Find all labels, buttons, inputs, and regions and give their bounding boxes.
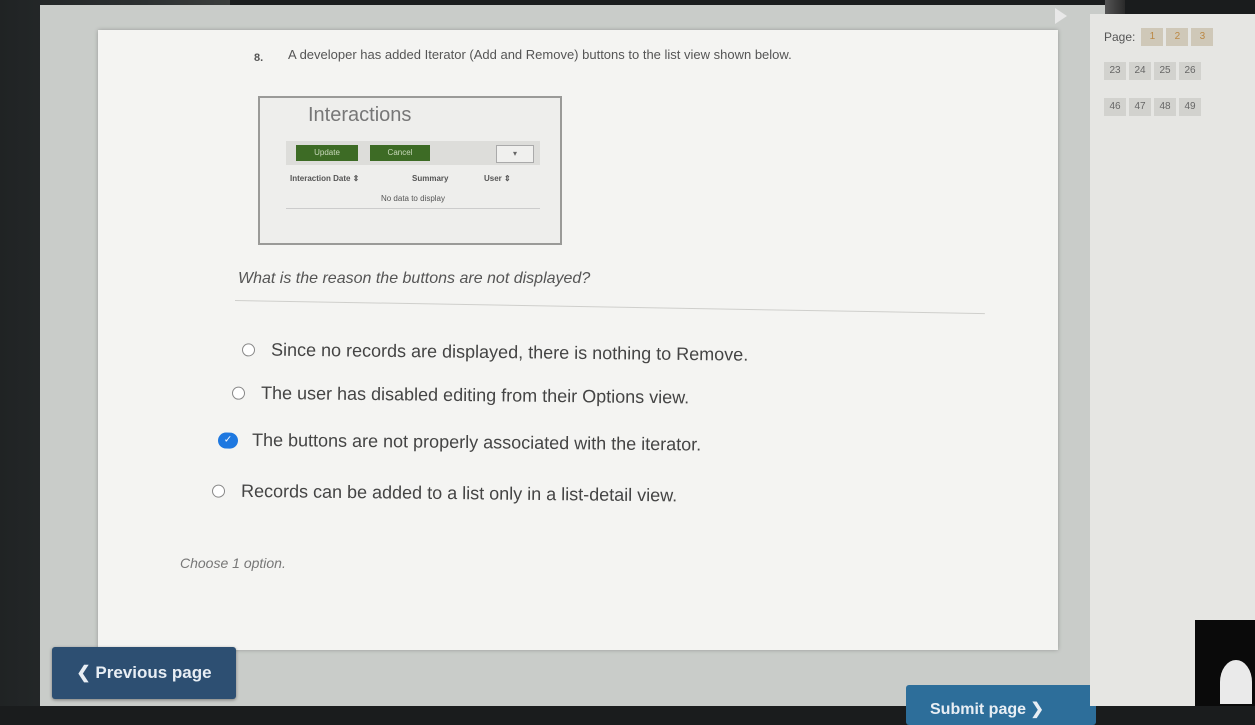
page-nav-row: Page: 1 2 3	[1104, 28, 1216, 46]
page-link[interactable]: 25	[1154, 62, 1176, 80]
page-link[interactable]: 47	[1129, 98, 1151, 116]
page-link[interactable]: 24	[1129, 62, 1151, 80]
question-text: A developer has added Iterator (Add and …	[288, 47, 792, 62]
figure-cancel-button: Cancel	[370, 145, 430, 161]
figure-update-button: Update	[296, 145, 358, 161]
page-link[interactable]: 26	[1179, 62, 1201, 80]
page-link[interactable]: 1	[1141, 28, 1164, 46]
choice-hint: Choose 1 option.	[180, 555, 286, 571]
page-label: Page:	[1104, 30, 1136, 44]
figure-header: User ⇕	[484, 174, 511, 183]
page-nav-row: 23 24 25 26	[1104, 62, 1204, 80]
option-label: The user has disabled editing from their…	[260, 382, 690, 408]
radio-button[interactable]	[211, 484, 226, 498]
page-navigator-panel	[1090, 14, 1255, 706]
radio-button[interactable]	[231, 386, 246, 400]
figure-empty-text: No data to display	[286, 194, 540, 209]
figure-header: Summary	[412, 174, 449, 183]
figure-column-headers: Interaction Date ⇕ Summary User ⇕	[286, 172, 540, 188]
figure-title: Interactions	[308, 104, 412, 126]
question-number: 8.	[254, 52, 264, 64]
page-link[interactable]: 46	[1104, 98, 1126, 116]
page-nav-row: 46 47 48 49	[1104, 98, 1204, 116]
page-link[interactable]: 3	[1191, 28, 1214, 46]
page-link[interactable]: 49	[1179, 98, 1201, 116]
radio-checked-icon[interactable]: ✓	[217, 431, 239, 449]
play-icon	[1055, 8, 1067, 24]
question-figure: Interactions Update Cancel ▾ Interaction…	[258, 96, 562, 245]
figure-toolbar: Update Cancel ▾	[286, 141, 540, 165]
logo-icon	[1220, 660, 1252, 704]
page-link[interactable]: 2	[1166, 28, 1189, 46]
figure-header: Interaction Date ⇕	[290, 174, 360, 183]
submit-page-button[interactable]: Submit page ❯	[906, 685, 1096, 725]
page-link[interactable]: 23	[1104, 62, 1126, 80]
radio-button[interactable]	[241, 343, 256, 357]
page-link[interactable]: 48	[1154, 98, 1176, 116]
previous-page-button[interactable]: ❮ Previous page	[52, 647, 236, 699]
figure-options-select: ▾	[496, 145, 534, 163]
question-prompt: What is the reason the buttons are not d…	[238, 270, 591, 287]
